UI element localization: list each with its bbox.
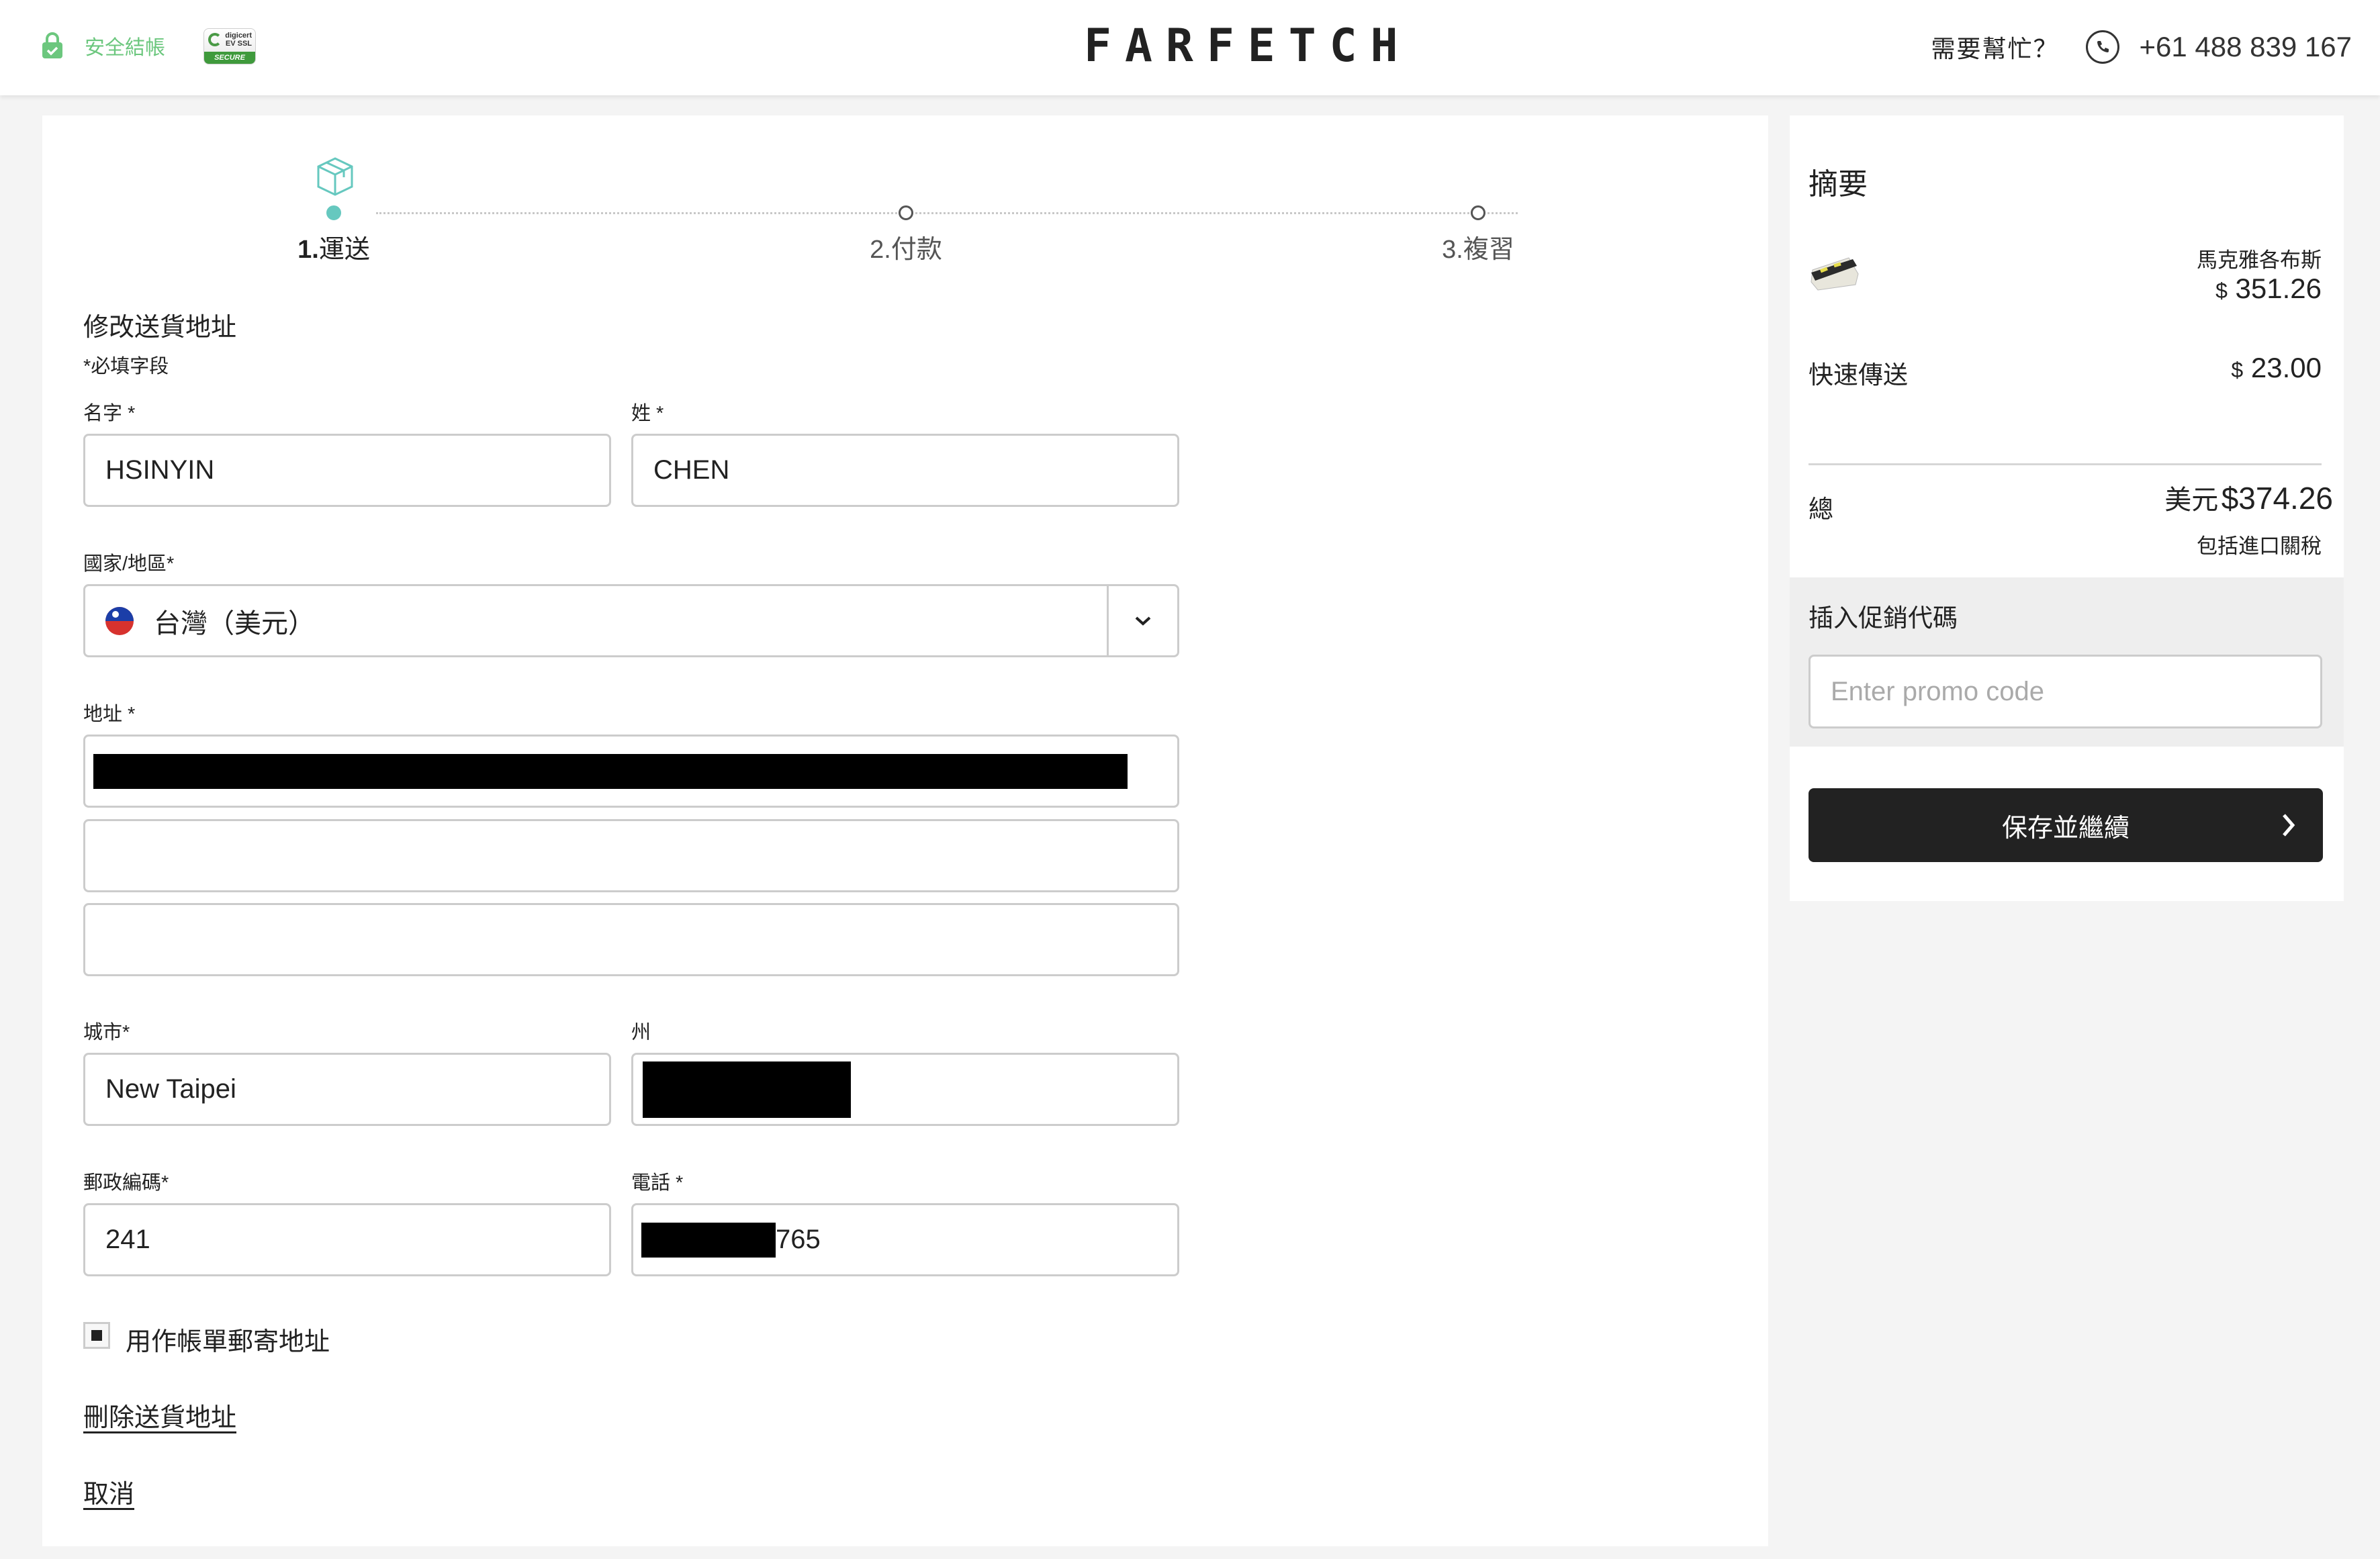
shipping-label: 快速傳送	[1809, 361, 1908, 389]
step-dot-payment	[899, 205, 913, 220]
duty-note: 包括進口關稅	[2197, 534, 2322, 558]
currency-symbol: $	[2215, 279, 2228, 303]
lock-check-icon	[42, 32, 63, 59]
product-brand: 馬克雅各布斯	[2197, 248, 2322, 272]
phone-label: 電話 *	[631, 1172, 684, 1194]
first-name-value: HSINYIN	[105, 455, 215, 485]
last-name-label: 姓 *	[631, 403, 664, 424]
help-text: 需要幫忙？	[1931, 35, 2059, 62]
order-summary: 摘要 馬克雅各布斯 $ 351.26 快速傳送 $ 23.00 總 美元 $37…	[1790, 115, 2344, 901]
save-continue-button[interactable]: 保存並繼續	[1809, 788, 2323, 862]
summary-title: 摘要	[1809, 168, 1868, 201]
promo-title: 插入促銷代碼	[1809, 604, 1958, 632]
step-review[interactable]: 3.複習	[1442, 228, 1514, 265]
chevron-right-icon	[2281, 812, 2296, 838]
billing-address-checkbox[interactable]	[83, 1322, 110, 1349]
phone-input[interactable]: 765	[631, 1203, 1179, 1276]
state-label: 州	[631, 1022, 651, 1043]
first-name-input[interactable]: HSINYIN	[83, 434, 611, 507]
checkbox-mark	[91, 1330, 102, 1341]
billing-address-label[interactable]: 用作帳單郵寄地址	[126, 1321, 330, 1358]
redacted-phone	[641, 1222, 776, 1258]
ssl-brand: digicert	[225, 32, 252, 40]
total-currency: 美元	[2164, 485, 2219, 515]
step-number: 3.	[1442, 236, 1463, 264]
currency-symbol: $	[2231, 358, 2244, 382]
summary-divider	[1809, 463, 2322, 465]
shipping-price: $ 23.00	[2231, 352, 2322, 384]
country-select[interactable]: 台灣（美元）	[83, 584, 1179, 657]
digicert-ssl-badge[interactable]: digicert EV SSL SECURE	[203, 28, 256, 64]
redacted-state	[643, 1061, 851, 1118]
city-label: 城市*	[83, 1022, 130, 1043]
total-label: 總	[1809, 495, 1833, 523]
phone-icon	[2085, 30, 2119, 64]
secure-checkout-text: 安全結帳	[85, 37, 165, 59]
postal-code-label: 郵政編碼*	[83, 1172, 169, 1194]
taiwan-flag-icon	[105, 606, 134, 635]
step-label: 複習	[1463, 236, 1514, 264]
step-dot-shipping	[326, 205, 341, 220]
total-amount: $374.26	[2221, 481, 2333, 516]
step-dot-review	[1471, 205, 1485, 220]
step-label: 付款	[890, 236, 942, 264]
address-line1-input[interactable]	[83, 735, 1179, 808]
farfetch-logo[interactable]: FARFETCH	[1084, 23, 1412, 70]
postal-code-input[interactable]: 241	[83, 1203, 611, 1276]
country-value: 台灣（美元）	[154, 608, 315, 639]
stepper-line	[376, 212, 1518, 214]
ssl-status: SECURE	[204, 52, 255, 64]
address-label: 地址 *	[83, 704, 136, 725]
product-price: $ 351.26	[2215, 273, 2322, 305]
state-input[interactable]	[631, 1053, 1179, 1126]
promo-code-input[interactable]	[1809, 655, 2322, 728]
shipping-form-card: 1.運送 2.付款 3.複習 修改送貨地址 *必填字段 名字 * 姓 * HSI…	[42, 115, 1768, 1546]
city-input[interactable]: New Taipei	[83, 1053, 611, 1126]
step-number: 2.	[870, 236, 891, 264]
city-value: New Taipei	[105, 1074, 236, 1104]
address-line3-input[interactable]	[83, 903, 1179, 976]
digicert-logo-icon	[208, 33, 222, 46]
checkout-stepper: 1.運送 2.付款 3.複習	[42, 115, 1768, 277]
package-box-icon	[314, 156, 356, 197]
header: 安全結帳 digicert EV SSL SECURE FARFETCH 需要幫忙…	[0, 0, 2380, 95]
country-label: 國家/地區*	[83, 553, 175, 575]
step-payment[interactable]: 2.付款	[870, 228, 942, 265]
form-title: 修改送貨地址	[83, 314, 237, 342]
ssl-type: EV SSL	[225, 40, 252, 48]
promo-section: 插入促銷代碼	[1790, 577, 2344, 747]
total-price: 美元 $374.26	[2164, 478, 2333, 517]
redacted-address	[93, 753, 1128, 789]
phone-number[interactable]: +61 488 839 167	[2140, 31, 2352, 63]
cancel-link[interactable]: 取消	[83, 1473, 134, 1510]
save-continue-label: 保存並繼續	[2001, 814, 2130, 843]
chevron-down-icon[interactable]	[1107, 586, 1177, 655]
secure-checkout: 安全結帳	[42, 31, 165, 60]
step-number: 1.	[298, 236, 319, 264]
address-line2-input[interactable]	[83, 819, 1179, 892]
price-value: 351.26	[2235, 273, 2322, 304]
help-contact: 需要幫忙？ +61 488 839 167	[1931, 27, 2352, 67]
product-thumbnail[interactable]	[1809, 250, 1864, 293]
step-shipping[interactable]: 1.運送	[298, 228, 370, 265]
last-name-input[interactable]: CHEN	[631, 434, 1179, 507]
required-note: *必填字段	[83, 356, 169, 377]
delete-address-link[interactable]: 刪除送貨地址	[83, 1397, 236, 1433]
last-name-value: CHEN	[653, 455, 730, 485]
phone-suffix: 765	[776, 1225, 821, 1254]
postal-code-value: 241	[105, 1225, 150, 1254]
step-label: 運送	[318, 236, 370, 264]
price-value: 23.00	[2250, 352, 2322, 383]
first-name-label: 名字 *	[83, 403, 136, 424]
